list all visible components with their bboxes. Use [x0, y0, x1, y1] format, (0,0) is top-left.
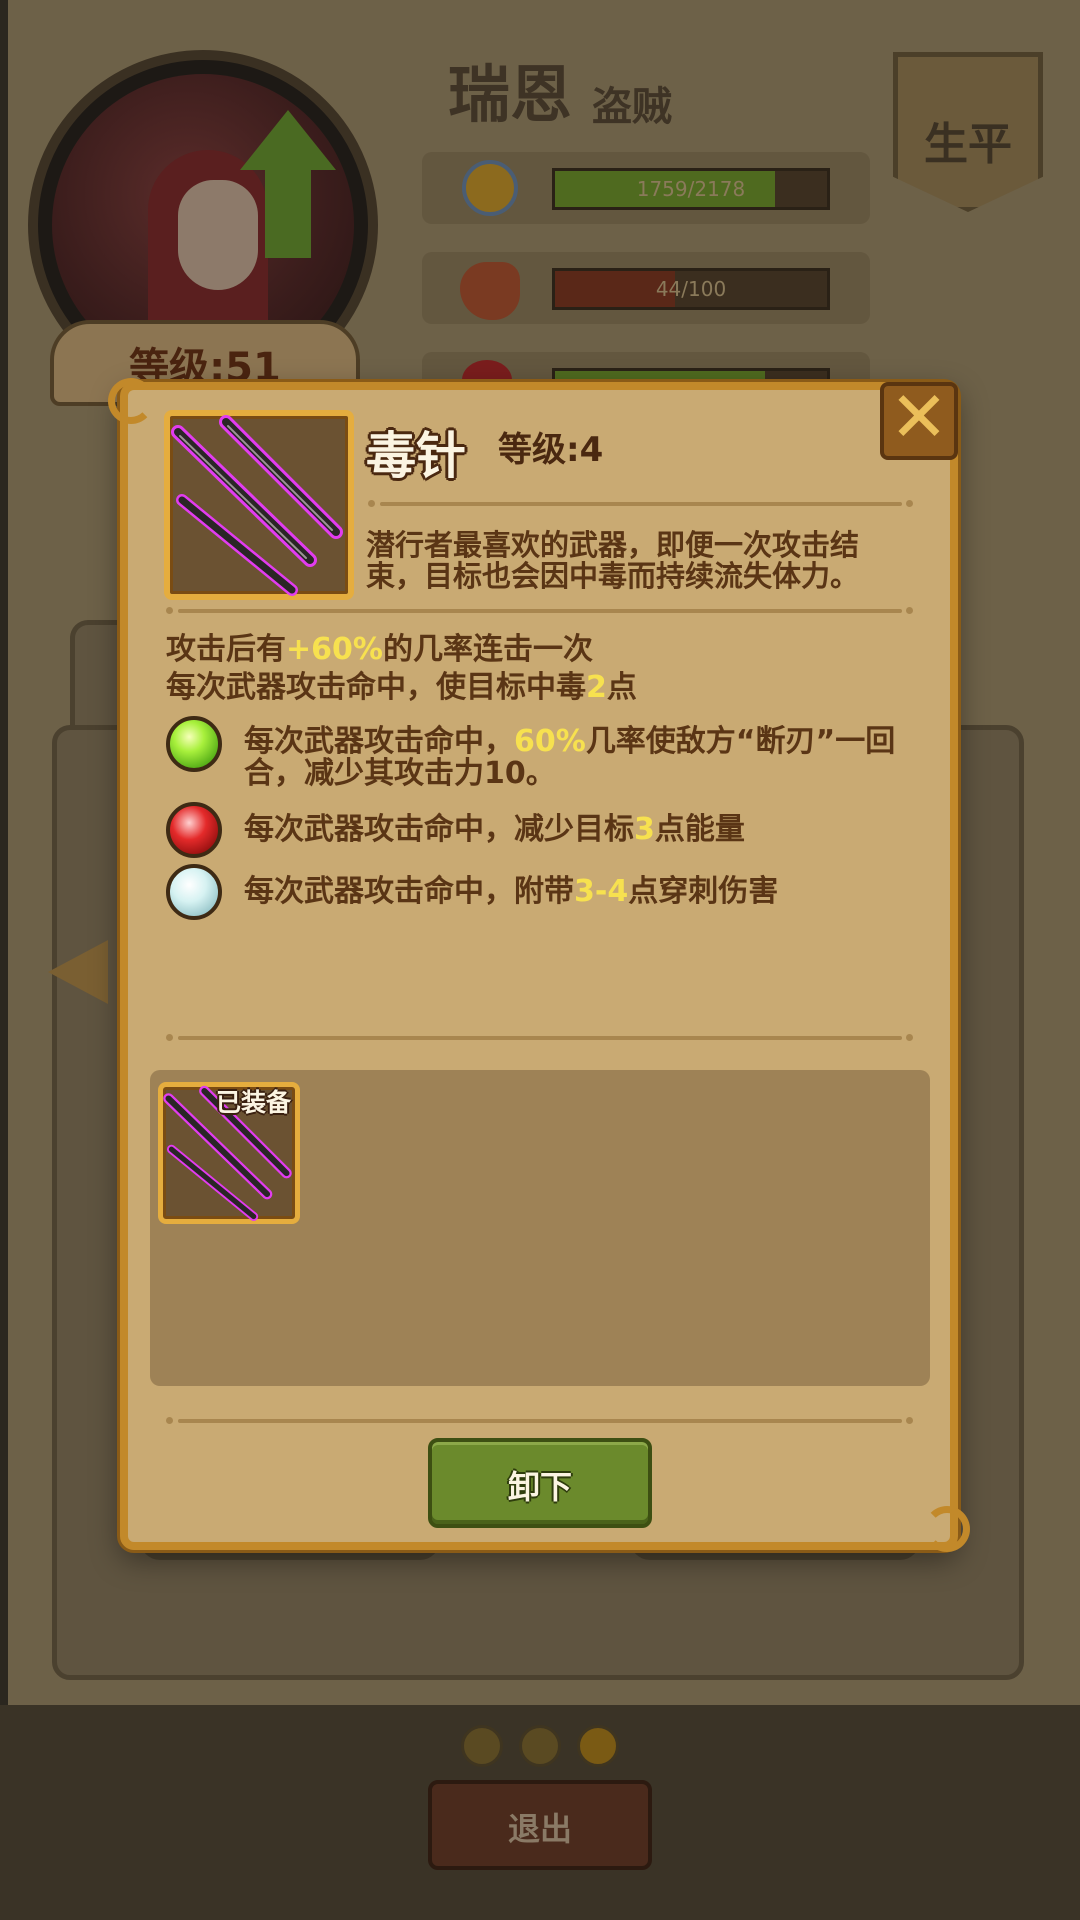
previous-page-arrow-icon[interactable] [48, 940, 108, 1004]
effect-value: 2 [586, 670, 607, 705]
avatar-face [178, 180, 258, 290]
divider [380, 502, 902, 506]
gem-effect-text: 点穿刺伤害 [628, 874, 779, 909]
item-level: 等级:4 [498, 430, 604, 470]
gem-effect: 每次武器攻击命中，60%几率使敌方“断刃”一回合，减少其攻击力10。 [244, 726, 924, 790]
stomach-icon [460, 262, 520, 320]
green-gem-icon [166, 716, 222, 772]
divider-end [906, 607, 913, 614]
hero-name: 瑞恩 [448, 58, 573, 131]
effect-text: 每次武器攻击命中，使目标中毒 [166, 670, 586, 705]
effect-text: 点 [606, 670, 637, 705]
item-effect: 每次武器攻击命中，使目标中毒2点 [166, 662, 637, 706]
corner-scroll-ornament [924, 1506, 970, 1552]
hunger-value: 44/100 [655, 277, 727, 301]
white-gem-icon [166, 864, 222, 920]
medal-icon [462, 160, 518, 216]
unequip-label: 卸下 [507, 1468, 572, 1506]
page-dot-3-active[interactable] [577, 1725, 619, 1767]
divider-end [166, 1034, 173, 1041]
level-up-arrow-icon [240, 110, 336, 170]
hero-class: 盗贼 [592, 84, 672, 130]
level-up-arrow-stem [265, 168, 311, 258]
divider [178, 1036, 902, 1040]
red-gem-icon [166, 802, 222, 858]
gem-effect-value: 60% [514, 724, 586, 759]
item-name: 毒针 [366, 427, 466, 485]
divider-end [906, 1034, 913, 1041]
gem-effect-text: 点能量 [654, 812, 745, 847]
divider [178, 1419, 902, 1423]
item-description: 潜行者最喜欢的武器，即便一次攻击结束，目标也会因中毒而持续流失体力。 [366, 528, 860, 593]
close-icon[interactable]: ✕ [880, 376, 958, 458]
left-edge [0, 0, 8, 1705]
gem-effect-text: 每次武器攻击命中，减少目标 [244, 812, 634, 847]
exit-label: 退出 [507, 1810, 572, 1848]
page-dot-2[interactable] [519, 1725, 561, 1767]
divider-end [906, 500, 913, 507]
gem-effect: 每次武器攻击命中，减少目标3点能量 [244, 814, 745, 846]
corner-scroll-ornament [108, 378, 154, 424]
gem-effect-value: 3-4 [574, 874, 629, 909]
equipped-tag: 已装备 [216, 1088, 292, 1117]
page-dot-1[interactable] [461, 1725, 503, 1767]
gem-effect-value: 3 [634, 812, 655, 847]
bio-label: 生平 [924, 119, 1012, 170]
gem-effect-text: 每次武器攻击命中， [244, 724, 514, 759]
divider-end [906, 1417, 913, 1424]
divider-end [166, 1417, 173, 1424]
gem-effect: 每次武器攻击命中，附带3-4点穿刺伤害 [244, 876, 778, 908]
poison-needle-icon [171, 415, 343, 596]
gem-effect-text: 每次武器攻击命中，附带 [244, 874, 574, 909]
experience-value: 1759/2178 [636, 177, 746, 201]
divider-end [166, 607, 173, 614]
divider-end [368, 500, 375, 507]
divider [178, 609, 902, 613]
